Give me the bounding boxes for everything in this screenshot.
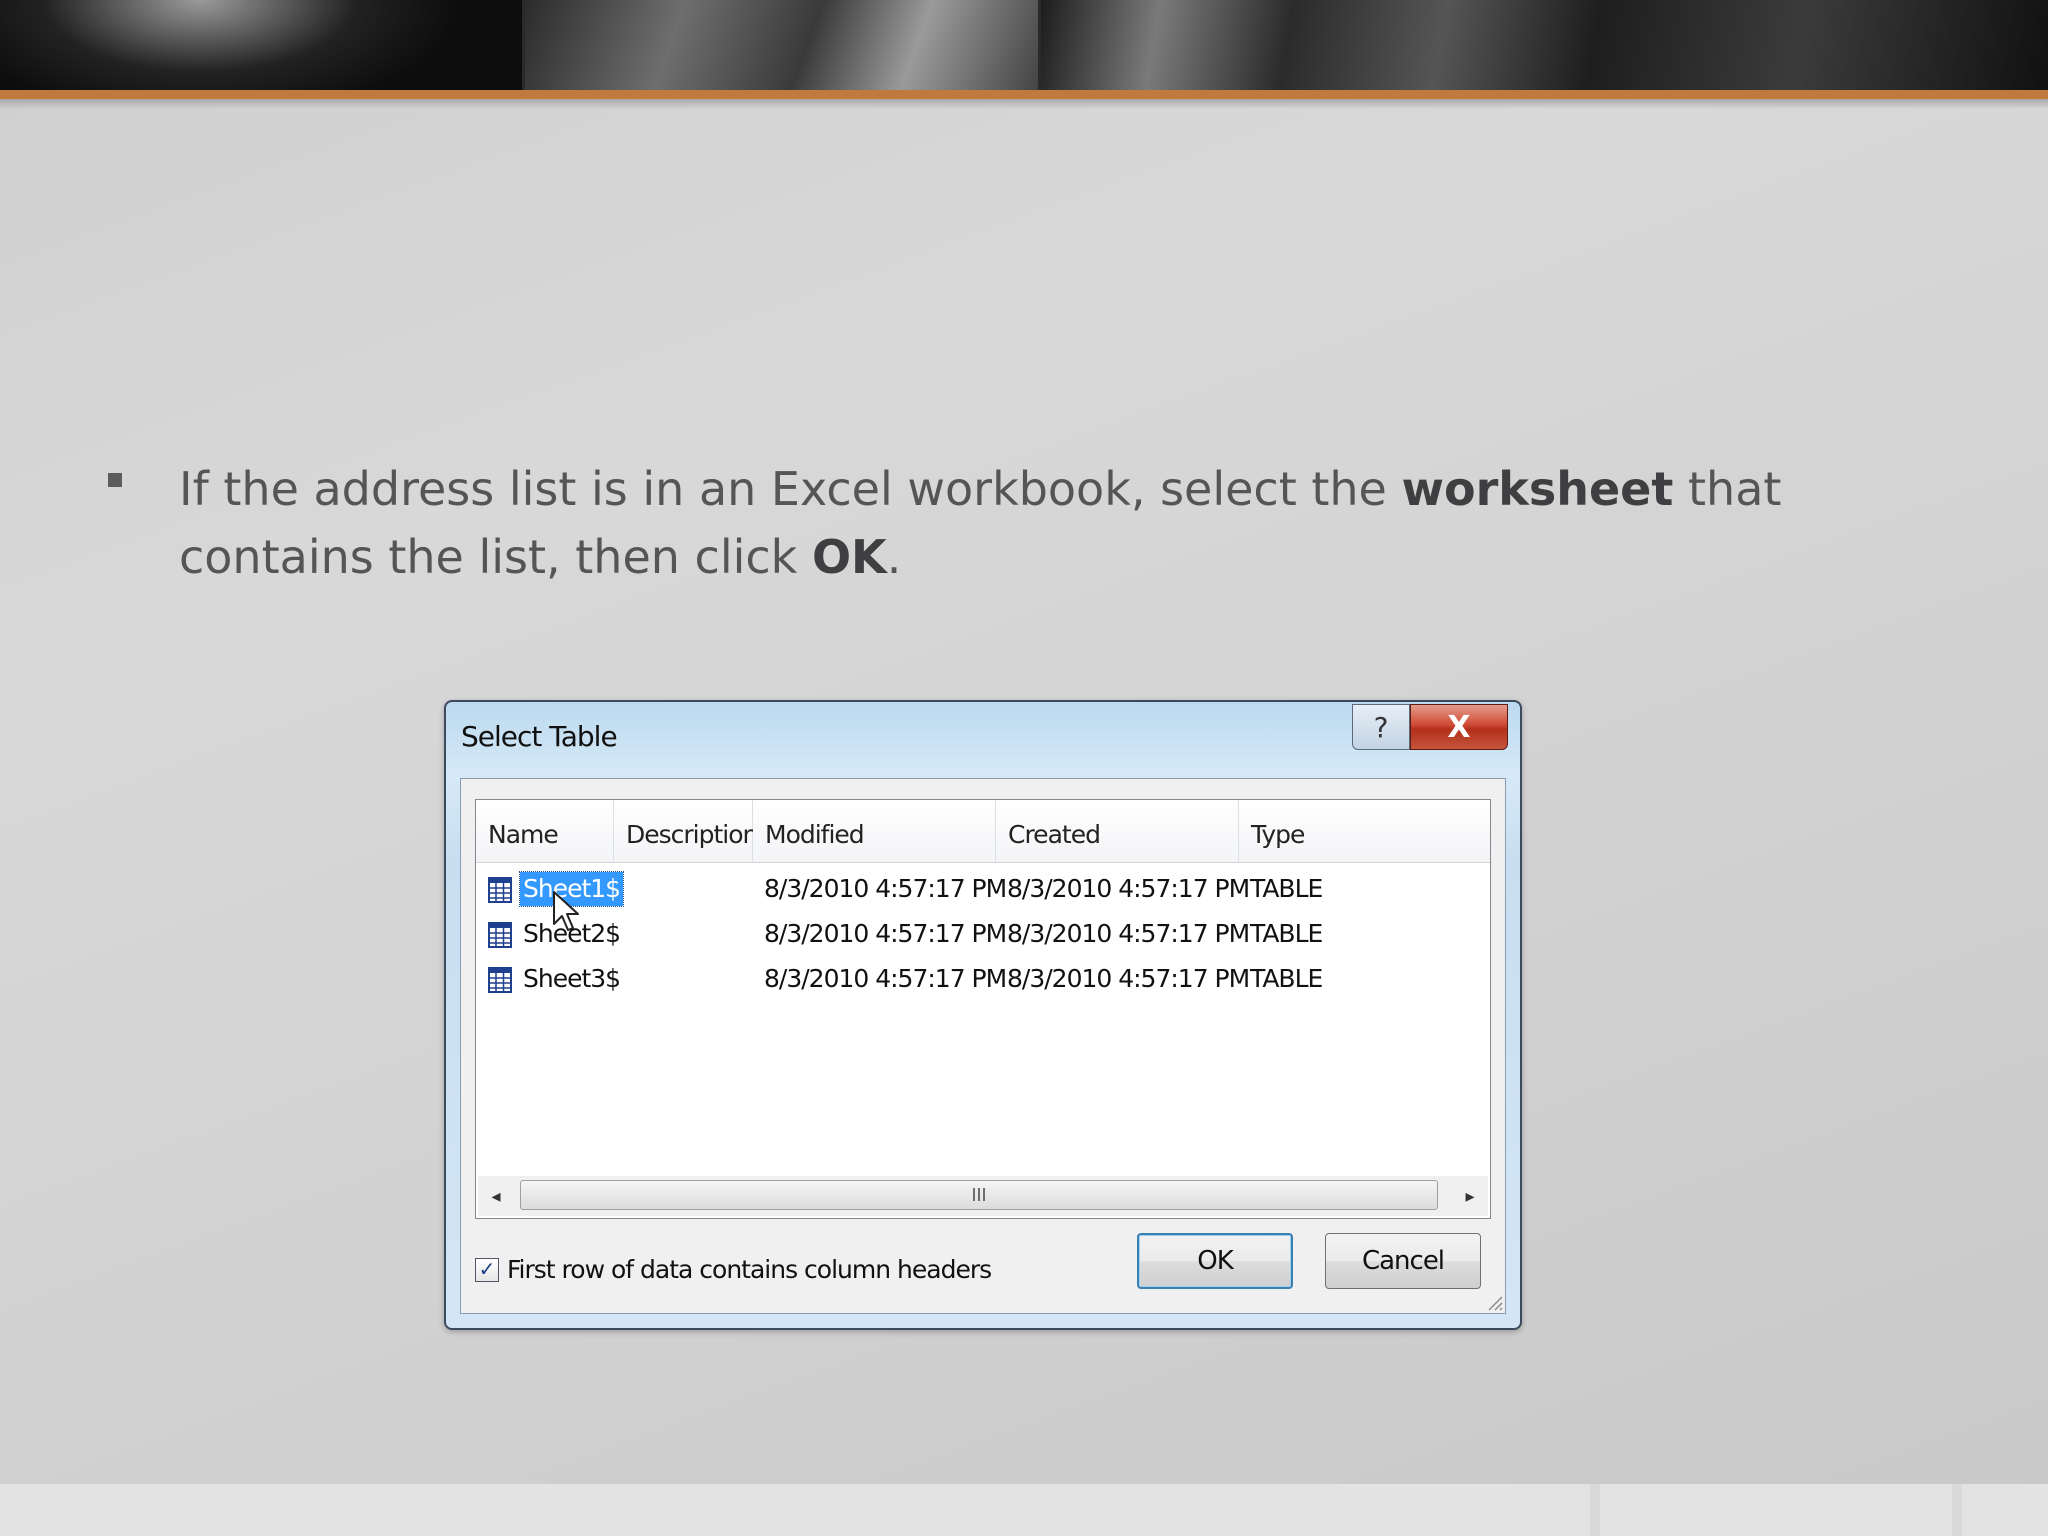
table-row[interactable]: Sheet2$ 8/3/2010 4:57:17 PM 8/3/2010 4:5… [476, 915, 1490, 957]
bullet-text-part: If the address list is in an Excel workb… [179, 462, 1402, 516]
checkbox-checked-icon[interactable]: ✓ [475, 1257, 499, 1282]
checkbox-label[interactable]: First row of data contains column header… [507, 1255, 992, 1284]
header-photo-tire [1038, 0, 2048, 90]
row-name[interactable]: Sheet3$ [520, 962, 623, 996]
table-list[interactable]: Name Description Modified Created Type S… [475, 799, 1491, 1219]
footer-segment [1600, 1484, 1952, 1536]
column-header-name[interactable]: Name [476, 800, 614, 862]
row-modified: 8/3/2010 4:57:17 PM [764, 964, 1007, 993]
help-button[interactable]: ? [1352, 704, 1410, 750]
first-row-headers-checkbox[interactable]: ✓ First row of data contains column head… [475, 1255, 992, 1284]
help-icon: ? [1373, 710, 1389, 744]
table-row[interactable]: Sheet1$ 8/3/2010 4:57:17 PM 8/3/2010 4:5… [476, 870, 1490, 912]
close-icon: X [1447, 709, 1471, 745]
column-header-type[interactable]: Type [1239, 800, 1490, 862]
scroll-left-arrow-icon[interactable]: ◂ [478, 1176, 514, 1216]
row-created: 8/3/2010 4:57:17 PM [1007, 874, 1250, 903]
row-type: TABLE [1250, 919, 1323, 948]
mouse-pointer-icon [553, 891, 579, 931]
table-icon [488, 922, 512, 948]
header-photo-wheel [0, 0, 522, 90]
bullet-bold-ok: OK [811, 530, 887, 584]
column-header-modified[interactable]: Modified [753, 800, 996, 862]
footer-segment [1962, 1484, 2048, 1536]
close-button[interactable]: X [1410, 704, 1508, 750]
bullet-text: If the address list is in an Excel workb… [179, 455, 1879, 591]
footer-segment [0, 1484, 1590, 1536]
ok-button[interactable]: OK [1137, 1233, 1293, 1289]
select-table-dialog: Select Table ? X Name Description Modifi… [444, 700, 1522, 1330]
dialog-title: Select Table [461, 720, 618, 753]
dialog-client-area: Name Description Modified Created Type S… [460, 778, 1506, 1314]
header-shadow [0, 99, 2048, 109]
header-photo-strip [0, 0, 2048, 90]
bullet-bold-worksheet: worksheet [1401, 462, 1674, 516]
table-icon [488, 877, 512, 903]
row-type: TABLE [1250, 874, 1323, 903]
resize-grip-icon[interactable] [1485, 1293, 1503, 1311]
column-header-created[interactable]: Created [996, 800, 1239, 862]
row-modified: 8/3/2010 4:57:17 PM [764, 874, 1007, 903]
header-photo-rim [522, 0, 1038, 90]
bullet-marker-icon [108, 473, 122, 487]
header-separator [476, 862, 1490, 863]
table-row[interactable]: Sheet3$ 8/3/2010 4:57:17 PM 8/3/2010 4:5… [476, 960, 1490, 1002]
table-icon [488, 967, 512, 993]
column-header-description[interactable]: Description [614, 800, 758, 862]
scroll-thumb[interactable]: III [520, 1180, 1438, 1210]
header-divider [1038, 0, 1041, 90]
bullet-text-part: . [886, 530, 902, 584]
cancel-button[interactable]: Cancel [1325, 1233, 1481, 1289]
row-created: 8/3/2010 4:57:17 PM [1007, 964, 1250, 993]
row-type: TABLE [1250, 964, 1323, 993]
scroll-right-arrow-icon[interactable]: ▸ [1452, 1176, 1488, 1216]
header-accent-bar [0, 90, 2048, 99]
row-created: 8/3/2010 4:57:17 PM [1007, 919, 1250, 948]
row-modified: 8/3/2010 4:57:17 PM [764, 919, 1007, 948]
horizontal-scrollbar[interactable]: ◂ III ▸ [478, 1176, 1488, 1216]
header-divider [522, 0, 525, 90]
slide-footer [0, 1484, 2048, 1536]
title-bar-buttons: ? X [1352, 704, 1508, 752]
